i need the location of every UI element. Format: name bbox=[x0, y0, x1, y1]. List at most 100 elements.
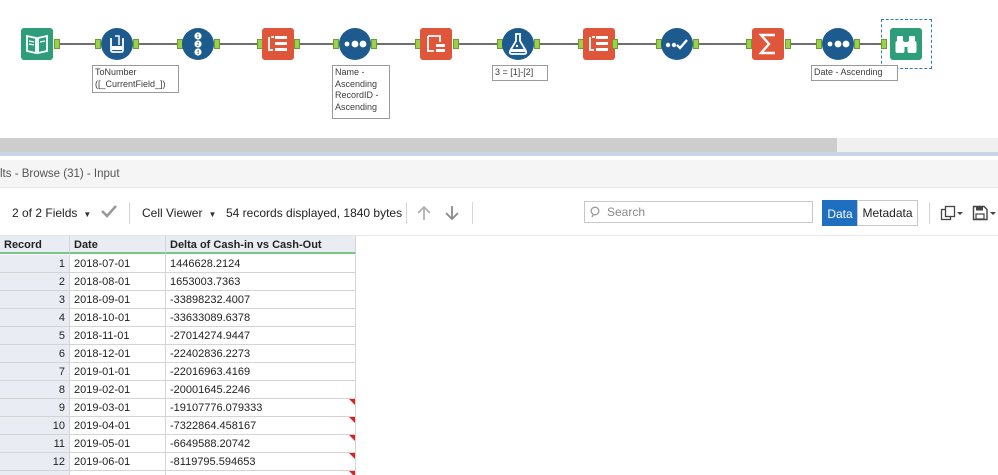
cross-tab-tool-2[interactable] bbox=[583, 28, 615, 60]
column-header-record[interactable]: Record bbox=[0, 236, 70, 254]
output-anchor[interactable] bbox=[612, 39, 618, 49]
table-row[interactable]: 7 2019-01-01 -22016963.4169 bbox=[0, 363, 356, 381]
connection-line bbox=[372, 43, 420, 45]
record-cell[interactable]: 9 bbox=[0, 399, 70, 417]
output-anchor[interactable] bbox=[371, 39, 377, 49]
table-row[interactable] bbox=[0, 471, 356, 475]
date-cell[interactable] bbox=[70, 471, 166, 475]
table-row[interactable]: 4 2018-10-01 -33633089.6378 bbox=[0, 309, 356, 327]
svg-text:1: 1 bbox=[196, 34, 199, 40]
results-window-title: lts - Browse (31) - Input bbox=[0, 160, 998, 188]
metadata-tab-button[interactable]: Metadata bbox=[857, 200, 918, 226]
date-cell[interactable]: 2019-04-01 bbox=[70, 417, 166, 435]
table-row[interactable]: 9 2019-03-01 -19107776.079333 bbox=[0, 399, 356, 417]
canvas-horizontal-scrollbar[interactable] bbox=[0, 138, 998, 152]
formula-tool[interactable] bbox=[502, 28, 534, 60]
search-box[interactable] bbox=[584, 201, 813, 223]
table-row[interactable]: 12 2019-06-01 -8119795.594653 bbox=[0, 453, 356, 471]
table-row[interactable]: 6 2018-12-01 -22402836.2273 bbox=[0, 345, 356, 363]
multi-field-formula-tool[interactable] bbox=[101, 28, 133, 60]
record-cell[interactable]: 8 bbox=[0, 381, 70, 399]
record-cell[interactable]: 12 bbox=[0, 453, 70, 471]
delta-cell[interactable]: -20001645.2246 bbox=[166, 381, 356, 399]
sort-tool-2[interactable] bbox=[822, 28, 854, 60]
date-cell[interactable]: 2019-06-01 bbox=[70, 453, 166, 471]
record-cell[interactable]: 7 bbox=[0, 363, 70, 381]
date-cell[interactable]: 2018-10-01 bbox=[70, 309, 166, 327]
output-anchor[interactable] bbox=[785, 39, 791, 49]
copy-button[interactable] bbox=[940, 205, 964, 224]
cross-tab-tool[interactable] bbox=[262, 28, 294, 60]
delta-cell[interactable]: -22402836.2273 bbox=[166, 345, 356, 363]
output-anchor[interactable] bbox=[294, 39, 300, 49]
date-cell[interactable]: 2019-05-01 bbox=[70, 435, 166, 453]
date-cell[interactable]: 2019-03-01 bbox=[70, 399, 166, 417]
truncation-flag-icon bbox=[349, 435, 355, 441]
table-row[interactable]: 3 2018-09-01 -33898232.4007 bbox=[0, 291, 356, 309]
transpose-tool[interactable] bbox=[420, 28, 452, 60]
column-header-delta[interactable]: Delta of Cash-in vs Cash-Out bbox=[166, 236, 356, 254]
output-anchor[interactable] bbox=[214, 39, 220, 49]
table-row[interactable]: 5 2018-11-01 -27014274.9447 bbox=[0, 327, 356, 345]
input-data-tool[interactable] bbox=[21, 28, 53, 60]
date-cell[interactable]: 2018-11-01 bbox=[70, 327, 166, 345]
table-row[interactable]: 1 2018-07-01 1446628.2124 bbox=[0, 255, 356, 273]
output-anchor[interactable] bbox=[133, 39, 139, 49]
table-row[interactable]: 8 2019-02-01 -20001645.2246 bbox=[0, 381, 356, 399]
output-anchor[interactable] bbox=[534, 39, 540, 49]
table-row[interactable]: 10 2019-04-01 -7322864.458167 bbox=[0, 417, 356, 435]
table-row[interactable]: 2 2018-08-01 1653003.7363 bbox=[0, 273, 356, 291]
output-anchor[interactable] bbox=[693, 39, 699, 49]
scroll-up-button[interactable] bbox=[416, 204, 432, 225]
scrollbar-thumb[interactable] bbox=[0, 138, 837, 152]
delta-cell[interactable]: -6649588.20742 bbox=[166, 435, 356, 453]
delta-cell[interactable] bbox=[166, 471, 356, 475]
delta-cell[interactable]: -19107776.079333 bbox=[166, 399, 356, 417]
output-anchor[interactable] bbox=[854, 39, 860, 49]
data-tab-button[interactable]: Data bbox=[822, 200, 858, 226]
panel-splitter[interactable] bbox=[0, 152, 998, 156]
record-cell[interactable] bbox=[0, 471, 70, 475]
record-cell[interactable]: 4 bbox=[0, 309, 70, 327]
record-cell[interactable]: 10 bbox=[0, 417, 70, 435]
date-cell[interactable]: 2018-07-01 bbox=[70, 255, 166, 273]
select-tool[interactable] bbox=[661, 28, 693, 60]
input-anchor[interactable] bbox=[881, 39, 887, 49]
delta-cell[interactable]: -7322864.458167 bbox=[166, 417, 356, 435]
delta-cell[interactable]: 1653003.7363 bbox=[166, 273, 356, 291]
delta-cell[interactable]: -27014274.9447 bbox=[166, 327, 356, 345]
column-header-date[interactable]: Date bbox=[70, 236, 166, 254]
date-cell[interactable]: 2019-02-01 bbox=[70, 381, 166, 399]
scroll-down-button[interactable] bbox=[444, 204, 460, 225]
record-cell[interactable]: 3 bbox=[0, 291, 70, 309]
sort-tool[interactable] bbox=[339, 28, 371, 60]
date-cell[interactable]: 2018-08-01 bbox=[70, 273, 166, 291]
record-cell[interactable]: 11 bbox=[0, 435, 70, 453]
delta-cell[interactable]: 1446628.2124 bbox=[166, 255, 356, 273]
delta-cell[interactable]: -22016963.4169 bbox=[166, 363, 356, 381]
browse-tool[interactable] bbox=[890, 28, 922, 60]
record-cell[interactable]: 6 bbox=[0, 345, 70, 363]
search-input[interactable] bbox=[607, 204, 807, 220]
table-row[interactable]: 11 2019-05-01 -6649588.20742 bbox=[0, 435, 356, 453]
output-anchor[interactable] bbox=[54, 39, 60, 49]
output-anchor[interactable] bbox=[453, 39, 459, 49]
date-cell[interactable]: 2018-09-01 bbox=[70, 291, 166, 309]
cell-viewer-dropdown[interactable]: Cell Viewer ▼ bbox=[142, 206, 216, 220]
field-check-button[interactable] bbox=[100, 202, 118, 223]
save-button[interactable] bbox=[972, 205, 996, 224]
record-cell[interactable]: 2 bbox=[0, 273, 70, 291]
search-icon bbox=[590, 206, 600, 218]
date-cell[interactable]: 2019-01-01 bbox=[70, 363, 166, 381]
date-cell[interactable]: 2018-12-01 bbox=[70, 345, 166, 363]
record-cell[interactable]: 5 bbox=[0, 327, 70, 345]
fields-dropdown[interactable]: 2 of 2 Fields ▼ bbox=[12, 206, 91, 220]
record-id-tool[interactable]: 1 2 3 bbox=[182, 28, 214, 60]
delta-cell[interactable]: -33633089.6378 bbox=[166, 309, 356, 327]
sort-annotation: Name - Ascending RecordID - Ascending bbox=[332, 65, 390, 119]
delta-cell[interactable]: -8119795.594653 bbox=[166, 453, 356, 471]
delta-cell[interactable]: -33898232.4007 bbox=[166, 291, 356, 309]
workflow-canvas[interactable]: 1 2 3 ToNumber ([_CurrentField_]) Name -… bbox=[0, 0, 998, 140]
summarize-tool[interactable] bbox=[752, 28, 784, 60]
record-cell[interactable]: 1 bbox=[0, 255, 70, 273]
